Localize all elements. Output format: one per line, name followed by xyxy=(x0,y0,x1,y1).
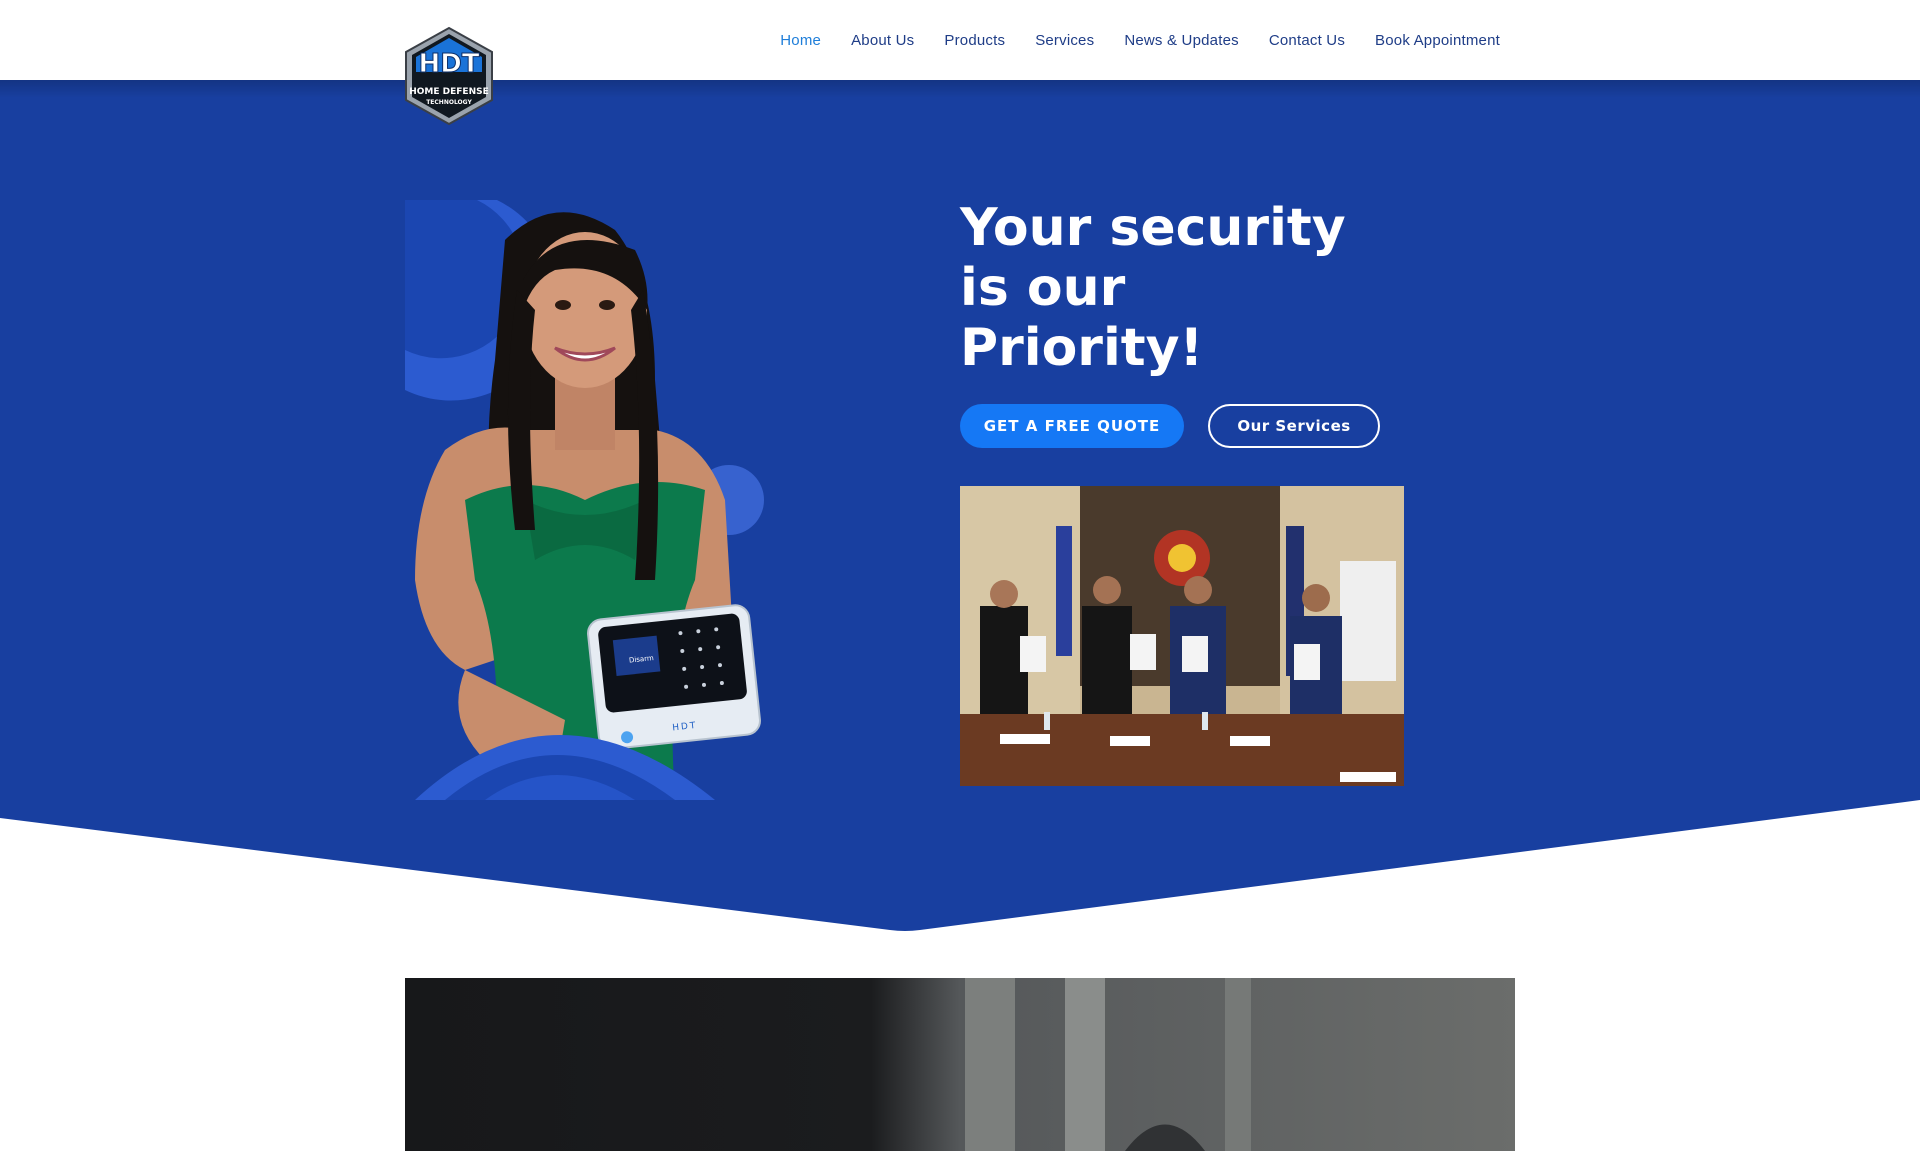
main-nav: Home About Us Products Services News & U… xyxy=(780,0,1500,80)
headline-line-2: is our xyxy=(960,258,1126,318)
hdt-logo[interactable]: HDT HOME DEFENSE TECHNOLOGY xyxy=(402,26,496,126)
headline-line-3: Priority! xyxy=(960,318,1204,378)
our-services-button[interactable]: Our Services xyxy=(1208,404,1380,448)
hero-headline: Your security is our Priority! xyxy=(960,198,1380,378)
alarm-panel-device: Disarm HDT xyxy=(587,604,761,750)
nav-contact-us[interactable]: Contact Us xyxy=(1269,32,1345,49)
nav-services[interactable]: Services xyxy=(1035,32,1094,49)
logo-line1: HOME DEFENSE xyxy=(409,87,489,97)
woman-holding-alarm-image: Disarm HDT xyxy=(405,200,764,800)
nav-news-updates[interactable]: News & Updates xyxy=(1124,32,1239,49)
get-free-quote-button[interactable]: GET A FREE QUOTE xyxy=(960,404,1184,448)
headline-line-1: Your security xyxy=(960,198,1346,258)
nav-home[interactable]: Home xyxy=(780,32,821,49)
nav-products[interactable]: Products xyxy=(944,32,1005,49)
logo-line2: TECHNOLOGY xyxy=(426,99,472,106)
nav-book-appointment[interactable]: Book Appointment xyxy=(1375,32,1500,49)
signing-ceremony-photo xyxy=(960,486,1404,786)
nav-about-us[interactable]: About Us xyxy=(851,32,914,49)
door-lock-media[interactable] xyxy=(405,978,1515,1151)
door-lock-image xyxy=(405,978,1515,1151)
site-header: Home About Us Products Services News & U… xyxy=(0,0,1920,80)
logo-mark: HDT xyxy=(418,49,479,79)
header-shadow xyxy=(0,80,1920,98)
